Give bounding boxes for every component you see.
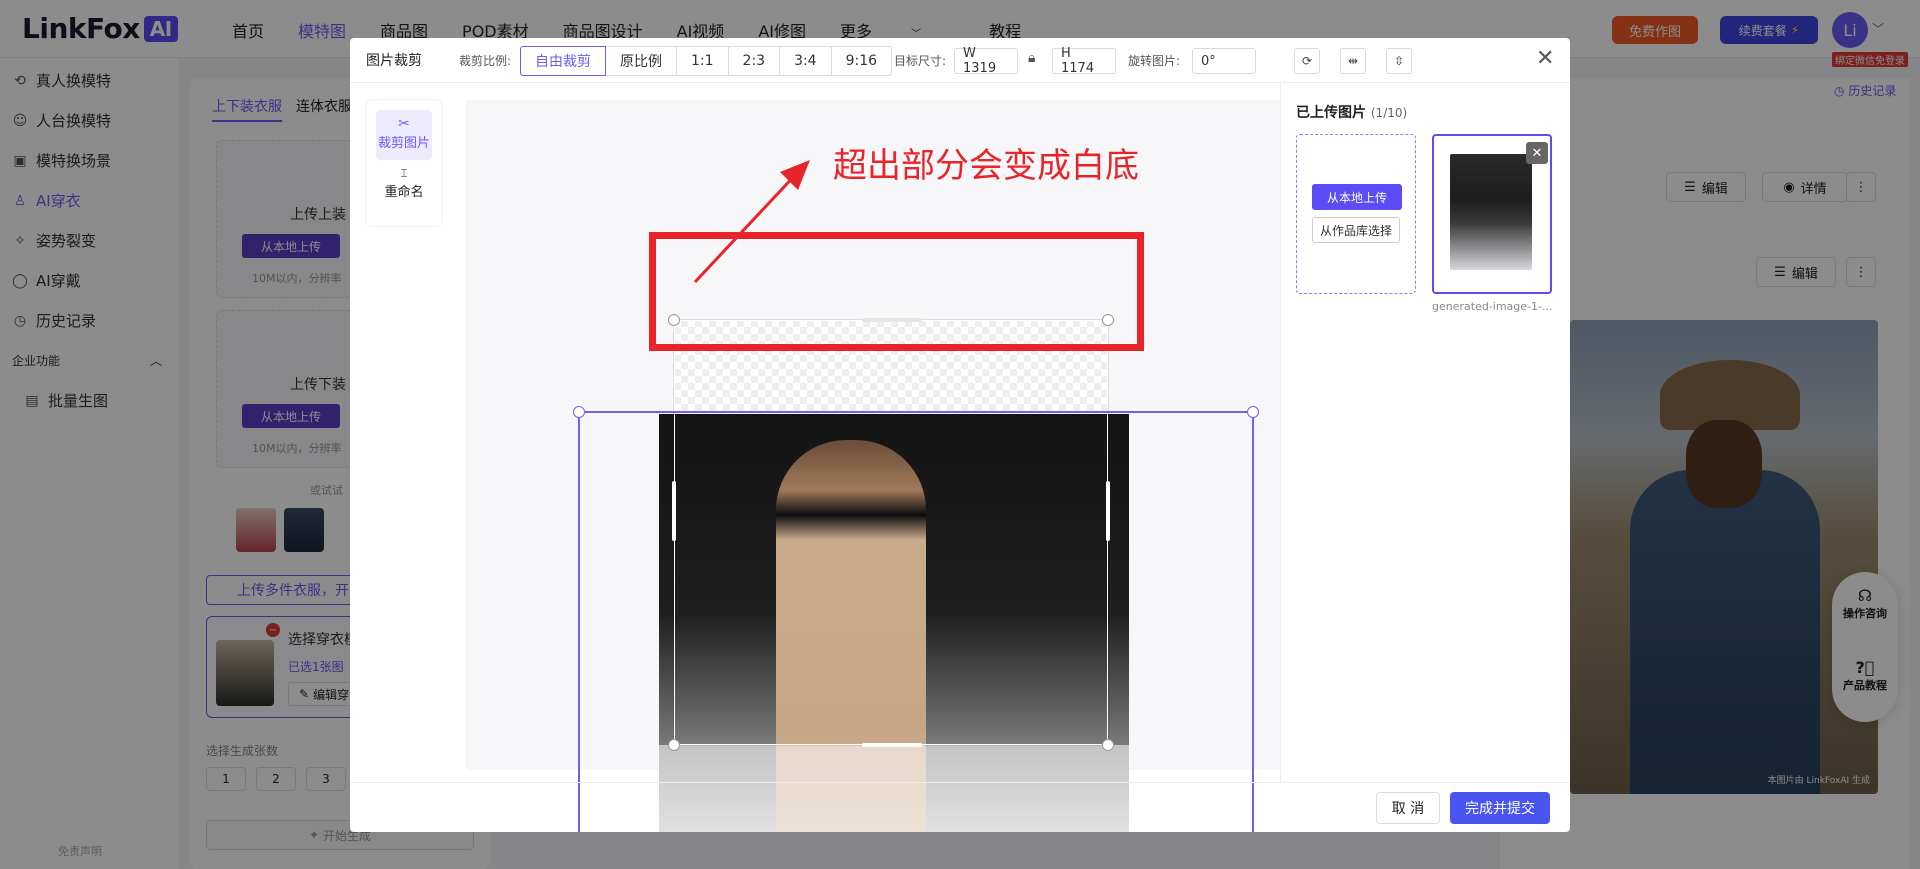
ratio-2-3[interactable]: 2:3 — [728, 46, 781, 76]
mode-panel: ✂ 裁剪图片 ⌶ 重命名 — [366, 100, 442, 226]
cancel-button[interactable]: 取 消 — [1376, 792, 1440, 824]
bounds-handle-tl[interactable] — [573, 406, 585, 418]
mode-crop[interactable]: ✂ 裁剪图片 — [376, 110, 432, 160]
mode-rename[interactable]: ⌶ 重命名 — [376, 166, 432, 200]
flip-horizontal-icon[interactable]: ⇹ — [1340, 48, 1366, 74]
ratio-group: 自由裁剪 原比例 1:1 2:3 3:4 9:16 — [520, 46, 893, 76]
rotate-icon[interactable]: ⟳ — [1294, 48, 1320, 74]
ratio-free[interactable]: 自由裁剪 — [520, 46, 606, 76]
close-icon[interactable]: ✕ — [1526, 142, 1548, 164]
lock-icon[interactable]: 🔒︎ — [1028, 50, 1035, 66]
modal-title: 图片裁剪 — [366, 53, 422, 69]
flip-vertical-icon[interactable]: ⇳ — [1386, 48, 1412, 74]
divider — [350, 82, 1570, 83]
crop-canvas[interactable] — [466, 100, 1280, 832]
library-select-button[interactable]: 从作品库选择 — [1312, 217, 1400, 243]
local-upload-button[interactable]: 从本地上传 — [1312, 184, 1402, 210]
width-input[interactable]: W 1319 — [954, 46, 1018, 76]
annotation-arrow-icon — [693, 160, 810, 284]
image-bounds — [573, 406, 1259, 832]
bounds-handle-tr[interactable] — [1247, 406, 1259, 418]
annotation-text: 超出部分会变成白底 — [833, 146, 1139, 186]
divider — [350, 782, 1570, 783]
ratio-3-4[interactable]: 3:4 — [780, 46, 832, 76]
ratio-original[interactable]: 原比例 — [606, 46, 677, 76]
rotate-label: 旋转图片: — [1128, 54, 1181, 68]
thumbnail-filename: generated-image-1-... — [1432, 300, 1553, 313]
uploaded-count: (1/10) — [1370, 106, 1408, 120]
uploaded-title: 已上传图片 (1/10) — [1296, 105, 1408, 121]
ratio-1-1[interactable]: 1:1 — [677, 46, 729, 76]
uploaded-thumbnail — [1450, 154, 1532, 270]
height-input[interactable]: H 1174 — [1052, 46, 1116, 76]
ratio-9-16[interactable]: 9:16 — [831, 46, 893, 76]
target-size-label: 目标尺寸: — [894, 54, 947, 68]
add-image-area[interactable] — [1296, 134, 1416, 294]
submit-button[interactable]: 完成并提交 — [1450, 792, 1550, 824]
close-icon[interactable]: ✕ — [1536, 46, 1554, 71]
rename-icon: ⌶ — [400, 166, 408, 180]
ratio-label: 裁剪比例: — [459, 54, 512, 68]
rotate-input[interactable]: 0° — [1192, 48, 1256, 74]
divider — [1280, 82, 1281, 782]
scissors-icon: ✂ — [398, 116, 410, 132]
